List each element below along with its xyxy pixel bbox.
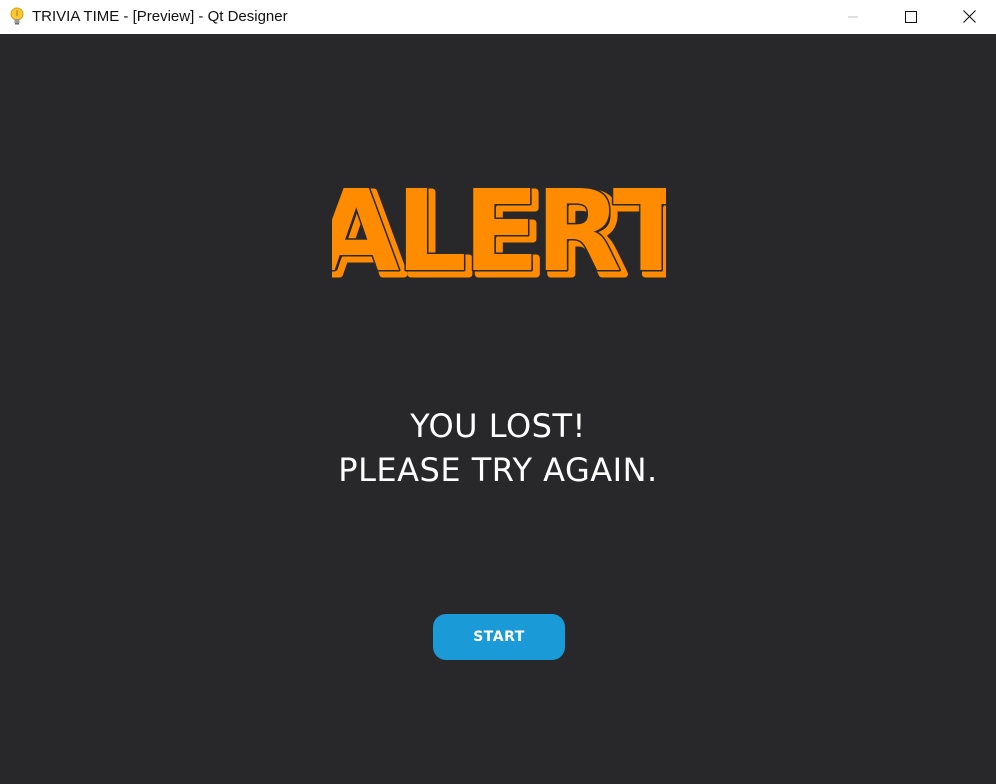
result-message: YOU LOST! PLEASE TRY AGAIN. — [248, 404, 748, 492]
alert-screen: ALERT ALERT YOU LOST! PLEASE TRY AGAIN. … — [0, 34, 996, 784]
window-title: TRIVIA TIME - [Preview] - Qt Designer — [32, 8, 288, 25]
lightbulb-icon — [9, 7, 25, 25]
message-line-2: PLEASE TRY AGAIN. — [338, 451, 658, 489]
minimize-icon — [847, 8, 859, 27]
app-window: TRIVIA TIME - [Preview] - Qt Designer AL… — [0, 0, 996, 784]
start-button[interactable]: START — [433, 614, 565, 660]
minimize-button[interactable] — [824, 0, 882, 34]
close-button[interactable] — [940, 0, 996, 34]
alert-heading: ALERT ALERT — [332, 172, 666, 282]
title-bar[interactable]: TRIVIA TIME - [Preview] - Qt Designer — [0, 0, 996, 34]
maximize-icon — [905, 8, 917, 27]
close-icon — [962, 8, 976, 27]
maximize-button[interactable] — [882, 0, 940, 34]
message-line-1: YOU LOST! — [410, 407, 586, 445]
alert-heading-text: ALERT — [332, 172, 666, 282]
